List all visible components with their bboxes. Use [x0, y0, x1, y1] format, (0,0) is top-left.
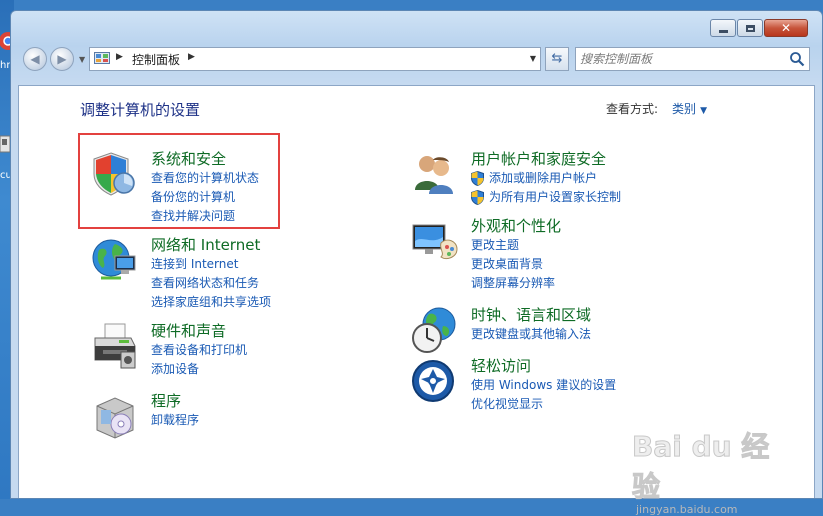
- address-bar[interactable]: ▶ 控制面板 ▶ ▼: [89, 47, 541, 71]
- history-dropdown-icon[interactable]: ▼: [79, 55, 85, 64]
- category-heading[interactable]: 轻松访问: [471, 357, 616, 376]
- minimize-icon: [718, 29, 728, 33]
- window-controls: ✕: [709, 19, 808, 37]
- users-icon[interactable]: [411, 150, 459, 198]
- close-icon: ✕: [780, 21, 792, 35]
- breadcrumb-separator-icon[interactable]: ▶: [188, 52, 195, 62]
- search-icon[interactable]: [789, 51, 805, 67]
- watermark-url: jingyan.baidu.com: [636, 503, 738, 516]
- monitor-palette-icon[interactable]: [411, 217, 459, 265]
- maximize-button[interactable]: [737, 19, 763, 37]
- address-dropdown-icon[interactable]: ▼: [530, 54, 536, 63]
- view-by-dropdown[interactable]: 类别: [672, 102, 696, 116]
- maximize-icon: [745, 24, 755, 32]
- page-title: 调整计算机的设置: [80, 101, 201, 119]
- close-button[interactable]: ✕: [764, 19, 808, 37]
- category-link[interactable]: 更改键盘或其他输入法: [471, 325, 591, 344]
- breadcrumb-control-panel[interactable]: 控制面板: [132, 51, 180, 68]
- forward-arrow-icon: ▶: [57, 52, 67, 66]
- category-link[interactable]: 更改主题: [471, 236, 561, 255]
- category-link[interactable]: 连接到 Internet: [151, 255, 271, 274]
- category-link[interactable]: 优化视觉显示: [471, 395, 616, 414]
- network-globe-icon[interactable]: [91, 236, 139, 284]
- programs-box-icon[interactable]: [91, 392, 139, 440]
- breadcrumb-separator-icon[interactable]: ▶: [116, 52, 123, 62]
- category-link-label: 为所有用户设置家长控制: [489, 190, 622, 204]
- category-link[interactable]: 使用 Windows 建议的设置: [471, 376, 616, 395]
- category-heading[interactable]: 硬件和声音: [151, 322, 247, 341]
- category-link[interactable]: 选择家庭组和共享选项: [151, 293, 271, 312]
- refresh-button[interactable]: ⇆: [545, 47, 569, 71]
- control-panel-icon: [94, 52, 110, 64]
- desktop-icon-label: hr: [0, 60, 11, 71]
- category-link-label: 添加或删除用户帐户: [489, 171, 598, 185]
- uac-shield-icon: [471, 190, 484, 205]
- category-heading[interactable]: 程序: [151, 392, 199, 411]
- search-input[interactable]: [580, 50, 780, 68]
- search-box[interactable]: [575, 47, 810, 71]
- category-heading[interactable]: 时钟、语言和区域: [471, 306, 591, 325]
- view-by-control: 查看方式: 类别 ▼: [606, 100, 707, 117]
- category-link[interactable]: 卸载程序: [151, 411, 199, 430]
- category-link[interactable]: 为所有用户设置家长控制: [471, 188, 621, 207]
- navigation-bar: ◀ ▶ ▼ ▶ 控制面板 ▶ ▼ ⇆: [19, 46, 814, 74]
- category-link[interactable]: 添加设备: [151, 360, 247, 379]
- clock-globe-icon[interactable]: [411, 306, 459, 354]
- chevron-down-icon[interactable]: ▼: [700, 106, 707, 116]
- uac-shield-icon: [471, 171, 484, 186]
- category-link[interactable]: 更改桌面背景: [471, 255, 561, 274]
- back-button[interactable]: ◀: [23, 47, 47, 71]
- category-heading[interactable]: 外观和个性化: [471, 217, 561, 236]
- ease-of-access-icon[interactable]: [411, 357, 459, 405]
- view-by-label: 查看方式:: [606, 102, 659, 116]
- category-heading[interactable]: 用户帐户和家庭安全: [471, 150, 621, 169]
- watermark-logo-text: Bai du 经验: [632, 430, 770, 504]
- back-arrow-icon: ◀: [30, 52, 40, 66]
- category-link[interactable]: 添加或删除用户帐户: [471, 169, 621, 188]
- category-link[interactable]: 查看网络状态和任务: [151, 274, 271, 293]
- forward-button[interactable]: ▶: [50, 47, 74, 71]
- category-link[interactable]: 查看设备和打印机: [151, 341, 247, 360]
- category-link[interactable]: 调整屏幕分辨率: [471, 274, 561, 293]
- printer-icon[interactable]: [91, 322, 139, 370]
- minimize-button[interactable]: [710, 19, 736, 37]
- baidu-jingyan-watermark: Bai du 经验 jingyan.baidu.com: [632, 425, 782, 516]
- refresh-icon: ⇆: [551, 51, 563, 66]
- category-heading[interactable]: 网络和 Internet: [151, 236, 271, 255]
- highlight-box: [78, 133, 280, 229]
